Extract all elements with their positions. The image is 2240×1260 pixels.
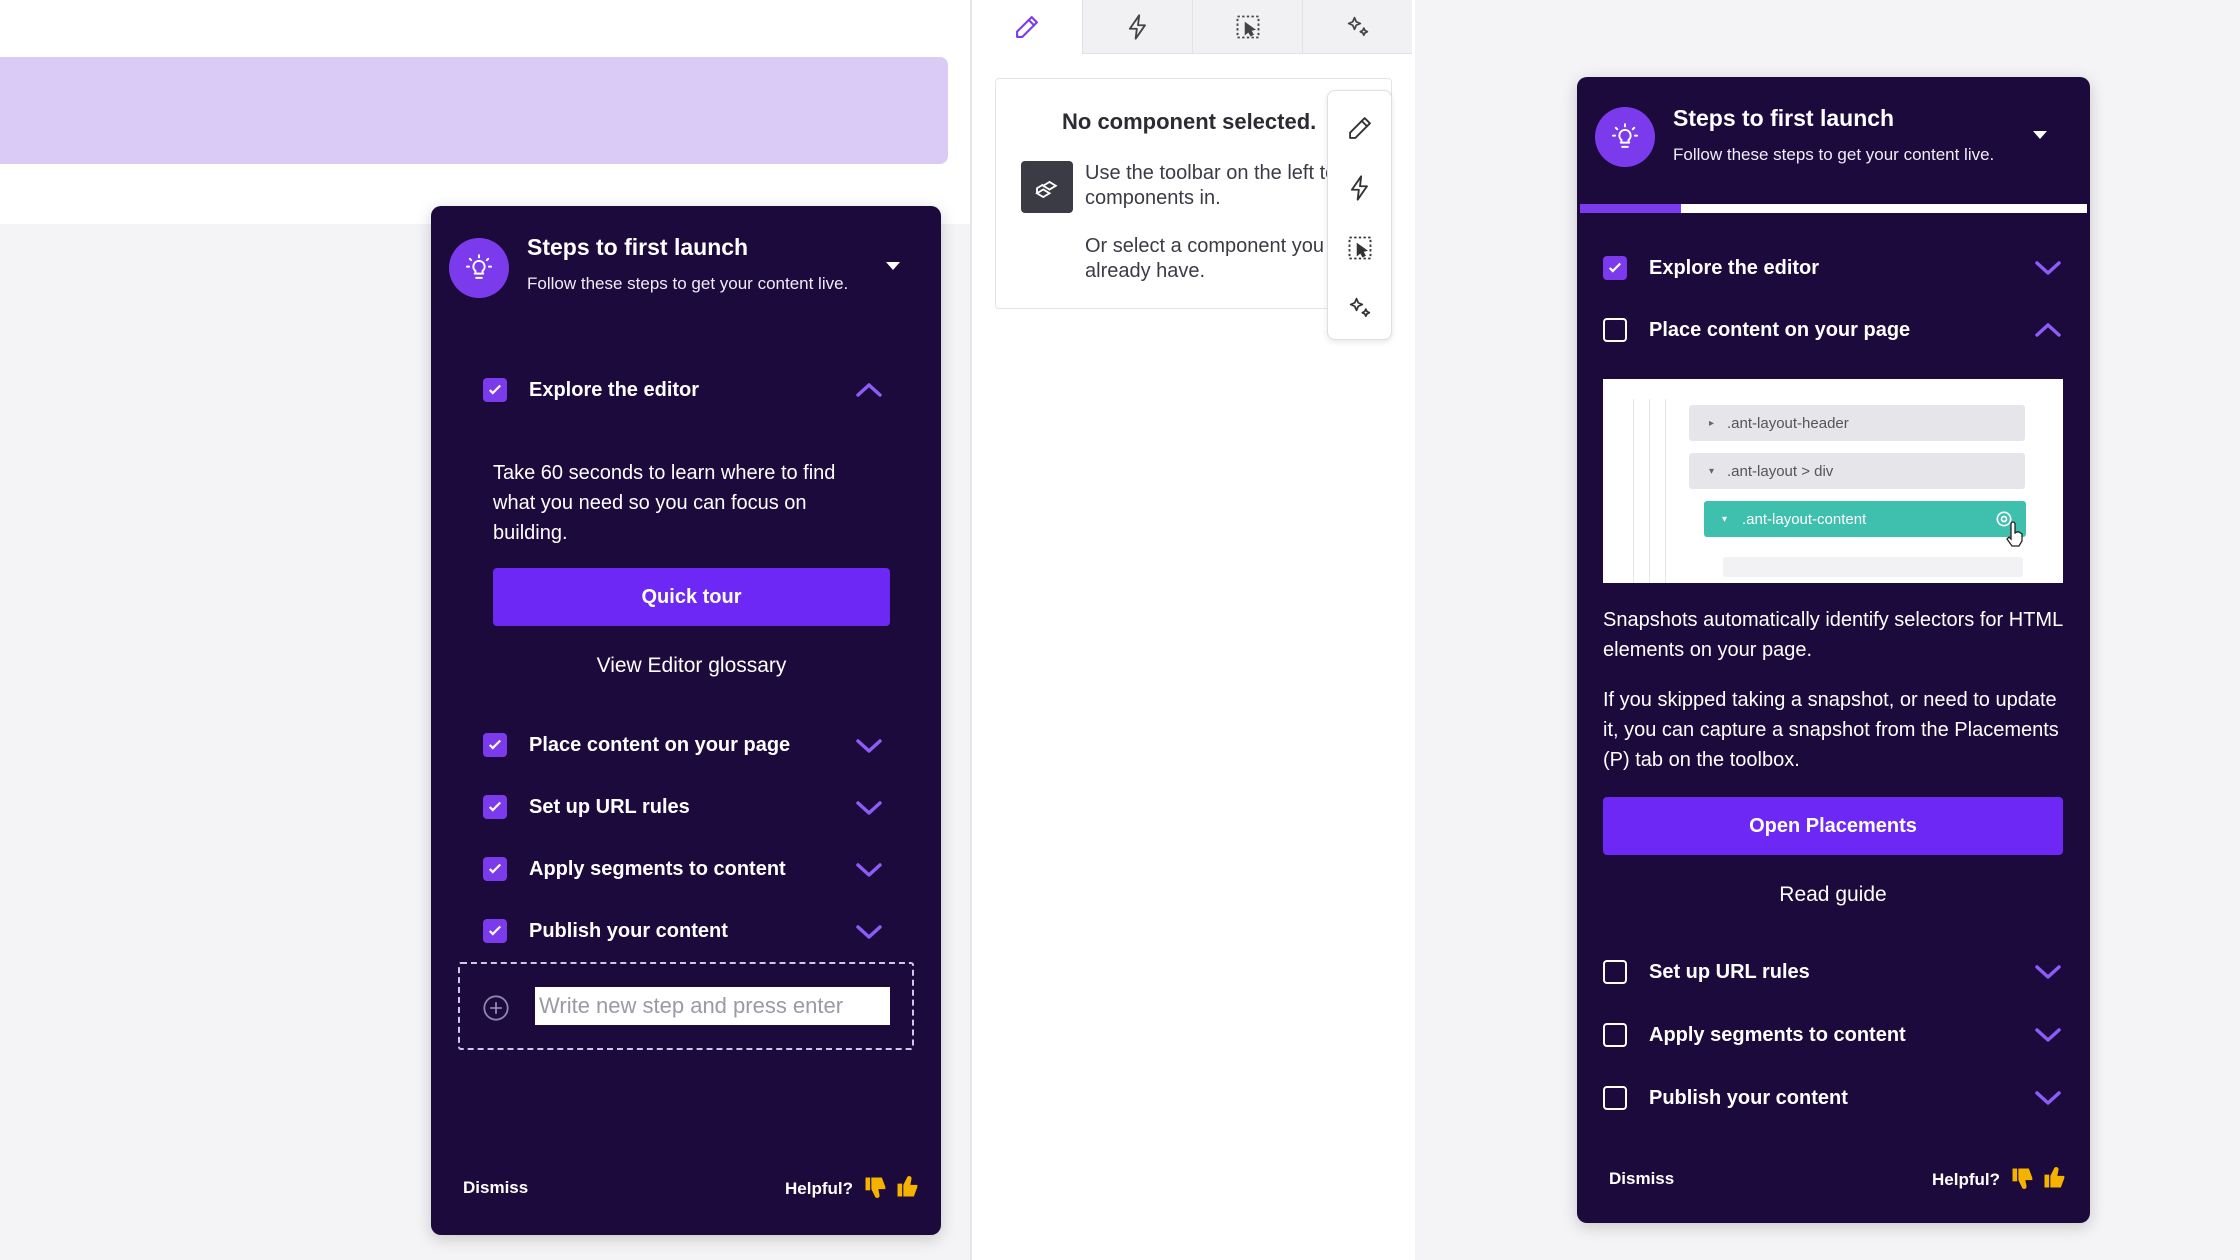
new-step-field-container [458, 962, 914, 1050]
editor-tabbar [972, 0, 1415, 54]
step-apply-segments[interactable]: Apply segments to content [1603, 1018, 1906, 1052]
step-publish[interactable]: Publish your content [1603, 1081, 1848, 1115]
checkbox-checked[interactable] [483, 378, 507, 402]
thumbs-up-icon[interactable] [894, 1172, 922, 1200]
components-icon [1021, 161, 1073, 213]
sparkle-icon [1347, 16, 1368, 36]
sparkle-icon [1349, 297, 1370, 318]
checkbox-checked[interactable] [1603, 256, 1627, 280]
page-highlight-bar [0, 57, 948, 164]
thumbs-up-icon[interactable] [2041, 1163, 2069, 1191]
checkbox-unchecked[interactable] [1603, 1086, 1627, 1110]
snapshot-row-content: ▾ .ant-layout-content [1704, 501, 2026, 537]
thumbs-down-icon[interactable] [862, 1174, 890, 1202]
step-explore-editor[interactable]: Explore the editor [483, 373, 699, 407]
step-label: Explore the editor [529, 378, 700, 401]
dismiss-button[interactable]: Dismiss [1609, 1169, 1674, 1189]
step-label: Place content on your page [529, 733, 791, 756]
pencil-icon [1348, 117, 1371, 139]
checklist-subtitle: Follow these steps to get your content l… [1673, 145, 1995, 164]
chevron-up-icon[interactable] [2033, 320, 2063, 340]
chevron-down-icon[interactable] [854, 798, 884, 818]
tab-actions[interactable] [1082, 0, 1192, 54]
checklist-subtitle: Follow these steps to get your content l… [527, 274, 849, 293]
explore-description: Take 60 seconds to learn where to find w… [493, 462, 836, 544]
step-label: Apply segments to content [529, 857, 786, 880]
checklist-title: Steps to first launch [527, 234, 749, 260]
step-apply-segments[interactable]: Apply segments to content [483, 852, 786, 886]
editor-glossary-link[interactable]: View Editor glossary [493, 654, 890, 678]
launch-checklist-card: Steps to first launch Follow these steps… [431, 206, 941, 1235]
step-label: Set up URL rules [529, 795, 690, 818]
new-step-input[interactable] [535, 987, 890, 1025]
checkbox-unchecked[interactable] [1603, 960, 1627, 984]
thumbs-down-icon[interactable] [2009, 1165, 2037, 1193]
select-element-icon [1348, 236, 1371, 260]
progress-fill [1580, 204, 1682, 213]
step-label: Set up URL rules [1649, 960, 1810, 983]
step-label: Publish your content [1649, 1086, 1848, 1109]
snapshot-row-layout: ▾ .ant-layout > div [1689, 453, 2025, 489]
step-explore-editor[interactable]: Explore the editor [1603, 251, 1819, 285]
inspector-title: No component selected. [1062, 109, 1317, 134]
lightning-icon [1350, 175, 1368, 201]
open-placements-button[interactable]: Open Placements [1603, 797, 2063, 855]
snapshot-illustration: ▸ .ant-layout-header ▾ .ant-layout > div ▾… [1603, 379, 2063, 583]
pencil-icon [1016, 15, 1038, 38]
chevron-down-icon[interactable] [854, 736, 884, 756]
helpful-label: Helpful? [1932, 1170, 2000, 1189]
chevron-down-icon[interactable] [2033, 258, 2063, 278]
tab-magic[interactable] [1302, 0, 1412, 54]
step-label: Apply segments to content [1649, 1023, 1906, 1046]
step-publish[interactable]: Publish your content [483, 914, 728, 948]
tab-edit[interactable] [972, 0, 1082, 54]
progress-track [1580, 204, 2087, 213]
checkbox-unchecked[interactable] [1603, 318, 1627, 342]
dismiss-button[interactable]: Dismiss [463, 1178, 528, 1198]
chevron-up-icon[interactable] [854, 380, 884, 400]
step-label: Explore the editor [1649, 256, 1820, 279]
component-toolbar [1327, 90, 1392, 340]
snapshot-description: Snapshots automatically identify selecto… [1603, 609, 2063, 661]
step-place-content[interactable]: Place content on your page [483, 728, 790, 762]
chevron-down-icon[interactable] [2033, 1025, 2063, 1045]
chevron-down-icon[interactable] [854, 922, 884, 942]
toolbar-actions-button[interactable] [1328, 163, 1391, 213]
checkbox-checked[interactable] [483, 733, 507, 757]
snapshot-row-header: ▸ .ant-layout-header [1689, 405, 2025, 441]
step-url-rules[interactable]: Set up URL rules [1603, 955, 1810, 989]
checkbox-checked[interactable] [483, 919, 507, 943]
toolbar-edit-button[interactable] [1328, 103, 1391, 153]
tab-placements[interactable] [1192, 0, 1302, 54]
toolbar-magic-button[interactable] [1328, 283, 1391, 333]
lightbulb-icon [1595, 107, 1655, 167]
hand-cursor-icon [2006, 521, 2023, 547]
read-guide-link[interactable]: Read guide [1603, 883, 2063, 907]
helpful-label: Helpful? [785, 1179, 853, 1198]
step-label: Publish your content [529, 919, 728, 942]
chevron-down-icon[interactable] [2033, 1088, 2063, 1108]
toolbar-placements-button[interactable] [1328, 223, 1391, 273]
add-circle-icon[interactable] [482, 994, 510, 1022]
checkbox-checked[interactable] [483, 795, 507, 819]
quick-tour-button[interactable]: Quick tour [493, 568, 890, 626]
checkbox-checked[interactable] [483, 857, 507, 881]
checklist-title: Steps to first launch [1673, 105, 1895, 131]
select-element-icon [1236, 15, 1259, 38]
step-place-content[interactable]: Place content on your page [1603, 313, 1910, 347]
collapse-caret-icon[interactable] [886, 262, 900, 270]
chevron-down-icon[interactable] [854, 860, 884, 880]
chevron-down-icon[interactable] [2033, 962, 2063, 982]
step-label: Place content on your page [1649, 318, 1911, 341]
snapshot-instructions: If you skipped taking a snapshot, or nee… [1603, 689, 2059, 771]
lightbulb-icon [449, 238, 509, 298]
collapse-caret-icon[interactable] [2033, 131, 2047, 139]
checkbox-unchecked[interactable] [1603, 1023, 1627, 1047]
step-url-rules[interactable]: Set up URL rules [483, 790, 690, 824]
launch-checklist-card-expanded: Steps to first launch Follow these steps… [1577, 77, 2090, 1223]
lightning-icon [1128, 13, 1146, 40]
